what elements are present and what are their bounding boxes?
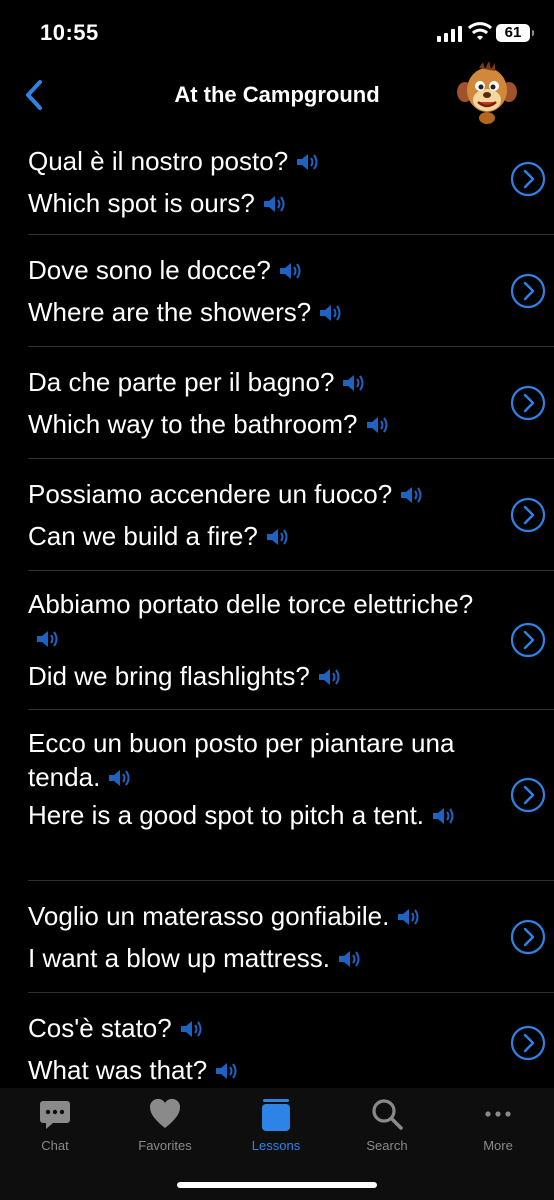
chevron-right-circle-icon[interactable]: [510, 777, 546, 813]
speaker-icon[interactable]: [430, 805, 456, 827]
speaker-icon[interactable]: [213, 1060, 239, 1082]
italian-phrase: Possiamo accendere un fuoco?: [28, 477, 474, 511]
phrase-row[interactable]: Ecco un buon posto per piantare una tend…: [28, 710, 554, 881]
english-phrase: Can we build a fire?: [28, 519, 474, 553]
italian-phrase: Voglio un materasso gonfiabile.: [28, 899, 474, 933]
phrase-row[interactable]: Qual è il nostro posto? Which spot is ou…: [28, 124, 554, 235]
chevron-right-circle-icon[interactable]: [510, 1025, 546, 1061]
phrase-row[interactable]: Dove sono le docce? Where are the shower…: [28, 235, 554, 347]
tab-label: More: [483, 1138, 513, 1153]
speaker-icon[interactable]: [264, 526, 290, 548]
speaker-icon[interactable]: [398, 484, 424, 506]
english-phrase: Which way to the bathroom?: [28, 407, 474, 441]
tab-lessons[interactable]: Lessons: [221, 1096, 331, 1153]
status-bar: 10:55 61: [0, 0, 554, 66]
italian-phrase: Da che parte per il bagno?: [28, 365, 474, 399]
italian-phrase: Dove sono le docce?: [28, 253, 474, 287]
phrase-row[interactable]: Cos'è stato? What was that?: [28, 993, 554, 1093]
wifi-icon: [468, 22, 492, 40]
phrase-row[interactable]: Possiamo accendere un fuoco? Can we buil…: [28, 459, 554, 571]
tab-favorites[interactable]: Favorites: [110, 1096, 220, 1153]
speaker-icon[interactable]: [395, 906, 421, 928]
battery-level: 61: [504, 24, 522, 41]
heart-icon: [149, 1098, 181, 1128]
cellular-signal-icon: [437, 26, 462, 42]
meerkat-mascot-icon[interactable]: [455, 60, 519, 124]
tab-label: Search: [366, 1138, 408, 1153]
english-phrase: Which spot is ours?: [28, 186, 474, 220]
status-time: 10:55: [40, 20, 99, 45]
phrase-row[interactable]: Da che parte per il bagno? Which way to …: [28, 347, 554, 459]
english-phrase: What was that?: [28, 1053, 474, 1087]
english-phrase: I want a blow up mattress.: [28, 941, 474, 975]
speaker-icon[interactable]: [317, 302, 343, 324]
english-phrase: Where are the showers?: [28, 295, 474, 329]
italian-phrase: Ecco un buon posto per piantare una tend…: [28, 728, 455, 792]
tab-more[interactable]: More: [443, 1096, 553, 1153]
speaker-icon[interactable]: [277, 260, 303, 282]
italian-phrase: Qual è il nostro posto?: [28, 144, 474, 178]
tab-search[interactable]: Search: [332, 1096, 442, 1153]
battery-icon: 61: [496, 24, 534, 42]
speaker-icon[interactable]: [261, 193, 287, 215]
speaker-icon[interactable]: [364, 414, 390, 436]
chevron-right-circle-icon[interactable]: [510, 622, 546, 658]
speaker-icon[interactable]: [34, 628, 60, 650]
navigation-bar: At the Campground: [0, 61, 554, 124]
home-indicator: [177, 1182, 377, 1188]
speaker-icon[interactable]: [340, 372, 366, 394]
speaker-icon[interactable]: [336, 948, 362, 970]
phrase-row[interactable]: Voglio un materasso gonfiabile. I want a…: [28, 881, 554, 993]
tab-chat[interactable]: Chat: [0, 1096, 110, 1153]
italian-phrase: Abbiamo portato delle torce elettriche?: [28, 587, 474, 655]
tab-label: Chat: [41, 1138, 69, 1153]
chat-bubble-icon: [40, 1101, 70, 1129]
chevron-right-circle-icon[interactable]: [510, 161, 546, 197]
speaker-icon[interactable]: [178, 1018, 204, 1040]
lessons-book-icon: [262, 1099, 290, 1131]
english-phrase: Did we bring flashlights?: [28, 659, 474, 693]
chevron-right-circle-icon[interactable]: [510, 385, 546, 421]
speaker-icon[interactable]: [294, 151, 320, 173]
tab-label: Favorites: [138, 1138, 192, 1153]
english-phrase: Here is a good spot to pitch a tent.: [28, 798, 474, 832]
phrase-list: Qual è il nostro posto? Which spot is ou…: [0, 124, 554, 1093]
chevron-right-circle-icon[interactable]: [510, 273, 546, 309]
chevron-right-circle-icon[interactable]: [510, 497, 546, 533]
tab-label: Lessons: [251, 1138, 301, 1153]
italian-phrase: Cos'è stato?: [28, 1011, 474, 1045]
speaker-icon[interactable]: [316, 666, 342, 688]
chevron-right-circle-icon[interactable]: [510, 919, 546, 955]
ellipsis-icon: [485, 1111, 511, 1117]
phrase-row[interactable]: Abbiamo portato delle torce elettriche? …: [28, 571, 554, 710]
search-icon: [372, 1099, 403, 1130]
speaker-icon[interactable]: [106, 767, 132, 789]
